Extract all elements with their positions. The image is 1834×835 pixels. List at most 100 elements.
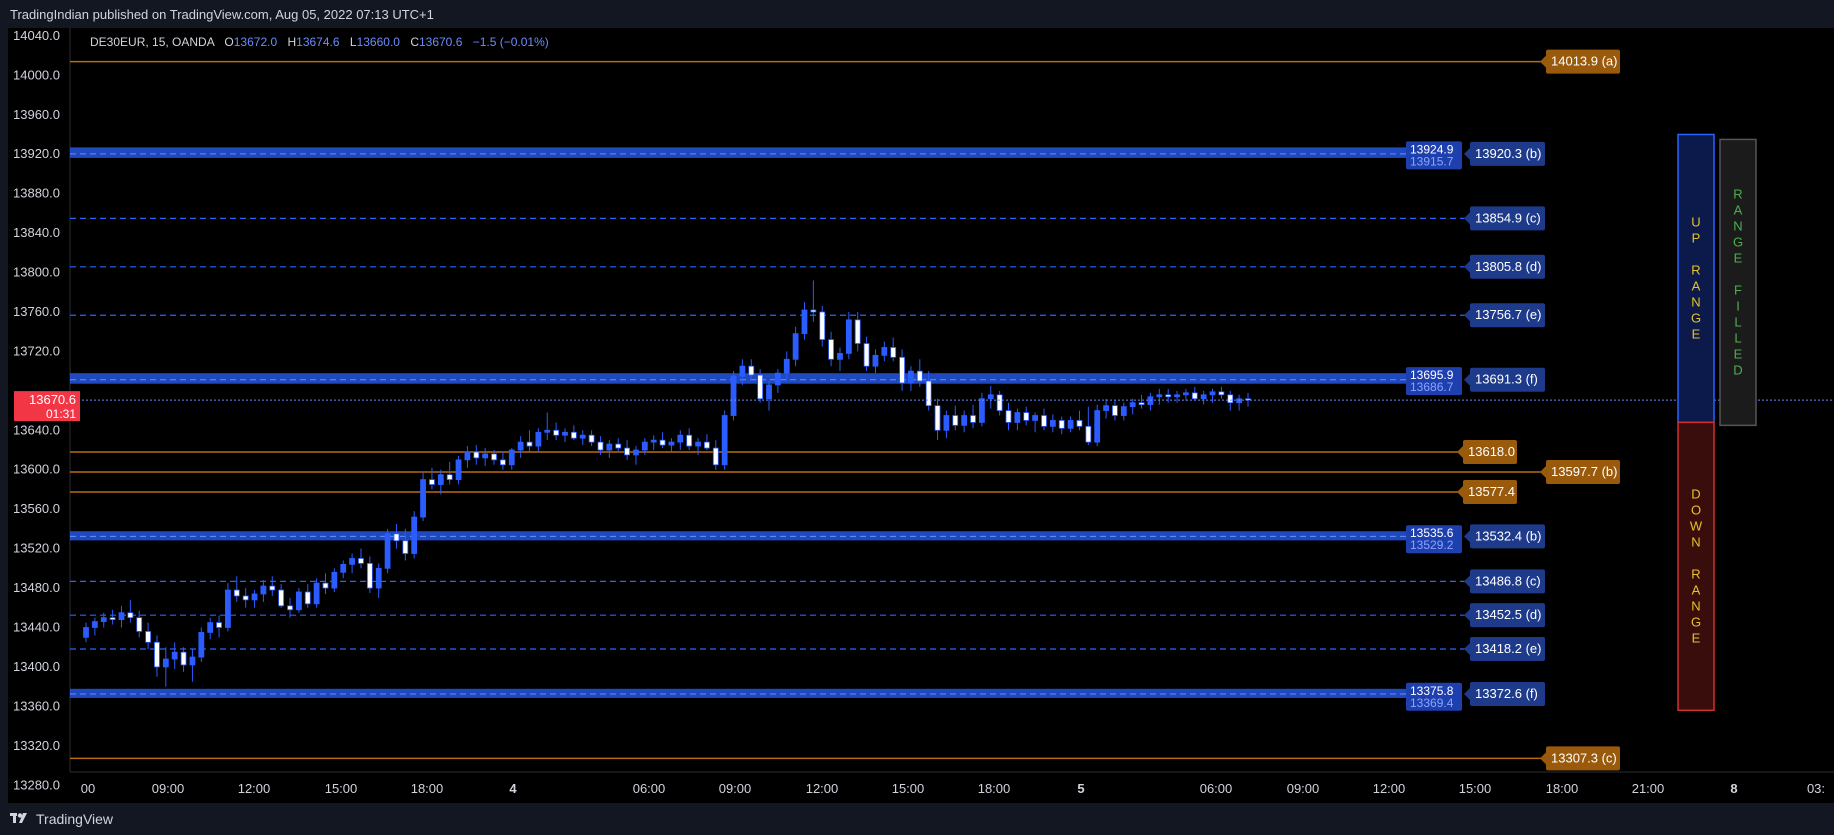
candle-body[interactable] bbox=[783, 358, 790, 374]
candle-body[interactable] bbox=[375, 567, 382, 589]
candle-body[interactable] bbox=[668, 441, 675, 446]
candle-body[interactable] bbox=[730, 375, 737, 416]
candle-body[interactable] bbox=[845, 319, 852, 354]
candle-body[interactable] bbox=[739, 365, 746, 377]
candle-body[interactable] bbox=[641, 441, 648, 451]
candle-body[interactable] bbox=[233, 589, 240, 597]
candle-body[interactable] bbox=[553, 429, 560, 436]
candle-body[interactable] bbox=[925, 380, 932, 407]
candle-body[interactable] bbox=[225, 589, 231, 628]
candle-body[interactable] bbox=[508, 449, 515, 466]
candle-body[interactable] bbox=[464, 451, 471, 461]
candle-body[interactable] bbox=[287, 605, 293, 611]
candle-body[interactable] bbox=[952, 415, 959, 426]
candle-body[interactable] bbox=[517, 441, 524, 451]
candle-body[interactable] bbox=[704, 441, 710, 449]
candle-body[interactable] bbox=[393, 533, 400, 542]
candle-body[interactable] bbox=[198, 632, 205, 658]
candle-body[interactable] bbox=[908, 370, 914, 384]
candle-body[interactable] bbox=[659, 439, 666, 446]
candle-body[interactable] bbox=[1218, 391, 1225, 396]
candle-body[interactable] bbox=[295, 591, 302, 611]
candle-body[interactable] bbox=[91, 621, 98, 628]
chart-frame[interactable]: 14040.0 14000.0 13960.0 13920.0 13880.0 13840… bbox=[8, 28, 1834, 803]
candle-body[interactable] bbox=[854, 319, 861, 344]
candle-body[interactable] bbox=[127, 612, 134, 619]
candle-body[interactable] bbox=[260, 585, 267, 595]
candle-body[interactable] bbox=[881, 347, 888, 356]
candle-body[interactable] bbox=[1120, 406, 1127, 416]
candle-body[interactable] bbox=[411, 516, 418, 554]
candle-body[interactable] bbox=[1156, 394, 1163, 398]
candle-body[interactable] bbox=[473, 451, 480, 459]
candle-body[interactable] bbox=[216, 622, 222, 628]
candle-body[interactable] bbox=[366, 563, 373, 589]
candle-body[interactable] bbox=[1129, 402, 1136, 408]
candle-body[interactable] bbox=[810, 309, 817, 313]
candle-body[interactable] bbox=[1112, 405, 1118, 416]
candle-body[interactable] bbox=[978, 398, 985, 423]
candle-body[interactable] bbox=[1103, 405, 1109, 411]
candle-body[interactable] bbox=[1094, 410, 1101, 443]
candle-body[interactable] bbox=[446, 474, 453, 480]
candle-body[interactable] bbox=[970, 415, 976, 423]
candle-body[interactable] bbox=[748, 365, 755, 376]
candle-body[interactable] bbox=[278, 589, 285, 607]
candle-body[interactable] bbox=[1209, 391, 1216, 396]
candle-body[interactable] bbox=[100, 617, 107, 622]
candle-body[interactable] bbox=[987, 394, 994, 400]
candle-body[interactable] bbox=[331, 571, 338, 589]
chart-canvas[interactable]: 14040.0 14000.0 13960.0 13920.0 13880.0 13840… bbox=[8, 28, 1834, 803]
candle-body[interactable] bbox=[863, 343, 870, 367]
candle-body[interactable] bbox=[322, 582, 329, 589]
candle-body[interactable] bbox=[1236, 398, 1243, 404]
candle-body[interactable] bbox=[500, 459, 506, 466]
candle-body[interactable] bbox=[1191, 392, 1198, 400]
candle-body[interactable] bbox=[1138, 402, 1145, 406]
tradingview-logo[interactable]: TradingView bbox=[10, 811, 113, 827]
candle-body[interactable] bbox=[837, 352, 843, 360]
candle-body[interactable] bbox=[1023, 412, 1030, 421]
candle-body[interactable] bbox=[429, 479, 435, 485]
candle-body[interactable] bbox=[828, 339, 834, 360]
candle-body[interactable] bbox=[606, 443, 613, 451]
candle-body[interactable] bbox=[819, 311, 826, 340]
symbol-name[interactable]: DE30EUR, 15, OANDA bbox=[90, 35, 214, 49]
candle-body[interactable] bbox=[242, 595, 249, 601]
candle-body[interactable] bbox=[624, 447, 630, 456]
candle-body[interactable] bbox=[437, 474, 444, 485]
candle-body[interactable] bbox=[544, 429, 551, 433]
candle-body[interactable] bbox=[1165, 394, 1172, 398]
candle-body[interactable] bbox=[757, 374, 764, 400]
candle-body[interactable] bbox=[1005, 410, 1012, 423]
candle-body[interactable] bbox=[109, 617, 116, 621]
candle-body[interactable] bbox=[1147, 396, 1154, 406]
candle-body[interactable] bbox=[1032, 415, 1039, 421]
candle-body[interactable] bbox=[562, 431, 568, 436]
candle-body[interactable] bbox=[934, 405, 941, 431]
candle-body[interactable] bbox=[996, 394, 1003, 411]
candle-body[interactable] bbox=[1200, 394, 1207, 400]
candle-body[interactable] bbox=[180, 651, 187, 666]
candle-body[interactable] bbox=[1049, 420, 1056, 427]
candle-body[interactable] bbox=[189, 656, 196, 666]
candle-body[interactable] bbox=[1041, 415, 1047, 427]
candle-body[interactable] bbox=[650, 439, 657, 443]
candle-body[interactable] bbox=[162, 658, 169, 668]
candle-body[interactable] bbox=[1058, 420, 1065, 429]
candle-body[interactable] bbox=[304, 591, 311, 605]
candle-body[interactable] bbox=[890, 347, 897, 358]
candle-body[interactable] bbox=[1076, 420, 1083, 427]
candle-body[interactable] bbox=[83, 627, 89, 638]
candle-body[interactable] bbox=[482, 453, 489, 459]
candle-body[interactable] bbox=[384, 533, 391, 569]
candle-body[interactable] bbox=[686, 434, 693, 447]
candle-body[interactable] bbox=[943, 415, 950, 431]
candle-body[interactable] bbox=[402, 540, 409, 554]
candle-body[interactable] bbox=[570, 431, 577, 439]
candle-body[interactable] bbox=[916, 370, 923, 382]
candle-body[interactable] bbox=[154, 641, 160, 668]
candle-body[interactable] bbox=[269, 585, 276, 591]
candle-body[interactable] bbox=[145, 631, 151, 643]
candle-body[interactable] bbox=[118, 612, 125, 621]
